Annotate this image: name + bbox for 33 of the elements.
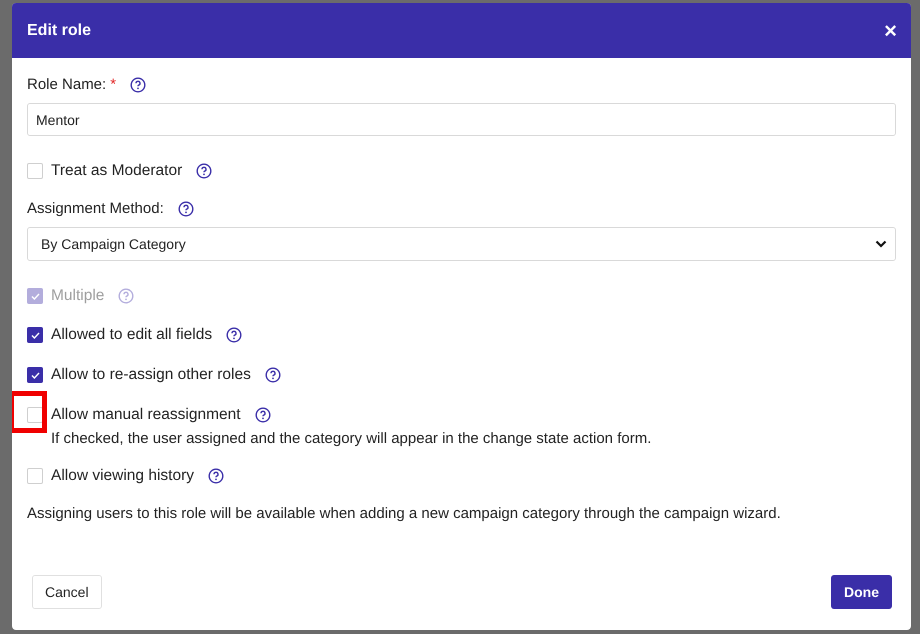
field-label: Assignment Method: (27, 200, 164, 217)
checkbox-label: Treat as Moderator (51, 162, 182, 180)
checkmark-icon (30, 292, 40, 300)
checkmark-icon (30, 332, 40, 338)
checkbox[interactable] (27, 407, 43, 423)
help-icon[interactable] (196, 163, 212, 179)
assignment-method-select[interactable]: By Campaign Category (27, 227, 896, 261)
help-icon[interactable] (208, 468, 224, 484)
checkbox-label: Allowed to edit all fields (51, 326, 212, 344)
dialog-title: Edit role (27, 22, 92, 40)
checkbox[interactable] (27, 327, 43, 343)
help-icon[interactable] (178, 200, 194, 216)
help-icon[interactable] (226, 327, 242, 343)
done-button[interactable]: Done (831, 575, 892, 609)
checkbox-label: Allow viewing history (51, 467, 194, 485)
required-mark: * (110, 76, 116, 93)
field-label: Role Name: (27, 76, 106, 93)
cancel-button[interactable]: Cancel (32, 575, 102, 609)
checkbox[interactable] (27, 367, 43, 383)
checkbox-label: Allow manual reassignment (51, 406, 241, 424)
help-icon[interactable] (130, 76, 146, 92)
close-button[interactable]: × (884, 20, 897, 42)
help-icon[interactable] (264, 367, 281, 383)
checkmark-icon (30, 372, 40, 378)
checkbox-label: Allow to re-assign other roles (51, 366, 251, 384)
checkbox-label: Multiple (51, 287, 104, 305)
checkbox[interactable] (27, 163, 43, 179)
info-text: Assigning users to this role will be available when adding a new campaign category through the campaign wizard. (27, 505, 782, 522)
chevron-down-icon (875, 240, 887, 248)
role-name-field[interactable]: Mentor (27, 103, 896, 136)
checkbox[interactable] (27, 468, 43, 484)
help-icon[interactable] (254, 407, 271, 423)
help-text: If checked, the user assigned and the category will appear in the change state action form. (51, 430, 652, 447)
